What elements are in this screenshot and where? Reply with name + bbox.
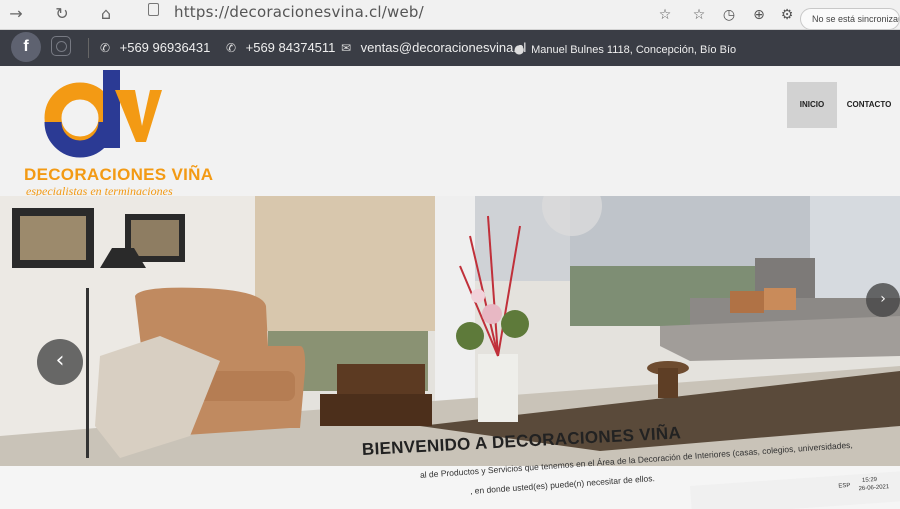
address-text: Manuel Bulnes 1118, Concepción, Bío Bío [531, 44, 737, 56]
reading-view-icon[interactable]: ☆ [656, 6, 674, 24]
facebook-icon[interactable]: f [11, 32, 41, 62]
nav-contacto[interactable]: CONTACTO [845, 82, 893, 128]
envelope-icon: ✉ [341, 41, 352, 55]
contact-topbar: f ✆ +569 96936431 ✆ +569 84374511 ✉ vent… [0, 30, 900, 66]
email-link[interactable]: ✉ ventas@decoracionesvina.cl [341, 40, 526, 55]
site-header: DECORACIONES VIÑA especialistas en termi… [0, 66, 900, 198]
extensions-icon[interactable]: ⚙ [778, 6, 796, 24]
browser-toolbar: → ↻ ⌂ https://decoracionesvina.cl/web/ ☆… [0, 0, 900, 30]
living-room-photo [0, 196, 900, 466]
hero-slider: ‹ › [0, 196, 900, 466]
phone-2[interactable]: ✆ +569 84374511 [226, 40, 335, 55]
refresh-icon[interactable]: ↻ [50, 3, 74, 25]
phone-1[interactable]: ✆ +569 96936431 [100, 40, 210, 55]
email-text: ventas@decoracionesvina.cl [360, 40, 527, 55]
language-indicator[interactable]: ESP [838, 483, 850, 490]
clock-date[interactable]: 26-06-2021 [858, 484, 889, 492]
back-arrow-icon[interactable]: → [4, 3, 28, 25]
phone-1-text: +569 96936431 [119, 40, 211, 55]
nav-inicio[interactable]: INICIO [787, 82, 837, 128]
address-bar[interactable]: https://decoracionesvina.cl/web/ [140, 1, 660, 23]
phone-icon: ✆ [226, 41, 237, 55]
screen: → ↻ ⌂ https://decoracionesvina.cl/web/ ☆… [0, 0, 900, 509]
lock-icon [148, 3, 159, 16]
phone-icon: ✆ [100, 41, 111, 55]
url-text: https://decoracionesvina.cl/web/ [174, 3, 424, 21]
dv-logo-mark [44, 70, 162, 158]
favorites-icon[interactable]: ☆ [690, 6, 708, 24]
slider-next-button[interactable]: › [866, 283, 900, 317]
map-pin-icon: ● [514, 42, 525, 56]
clock-time[interactable]: 15:29 [862, 477, 877, 484]
logo[interactable]: DECORACIONES VIÑA especialistas en termi… [20, 70, 213, 198]
slider-prev-button[interactable]: ‹ [37, 339, 83, 385]
divider [88, 38, 89, 58]
history-icon[interactable]: ◷ [720, 6, 738, 24]
phone-2-text: +569 84374511 [245, 40, 336, 55]
collections-icon[interactable]: ⊕ [750, 6, 768, 24]
address: ● Manuel Bulnes 1118, Concepción, Bío Bí… [514, 42, 736, 56]
sync-status-button[interactable]: No se está sincronizando [800, 8, 900, 30]
home-icon[interactable]: ⌂ [94, 3, 118, 25]
instagram-icon[interactable] [51, 36, 71, 56]
logo-name: DECORACIONES VIÑA [24, 165, 214, 184]
